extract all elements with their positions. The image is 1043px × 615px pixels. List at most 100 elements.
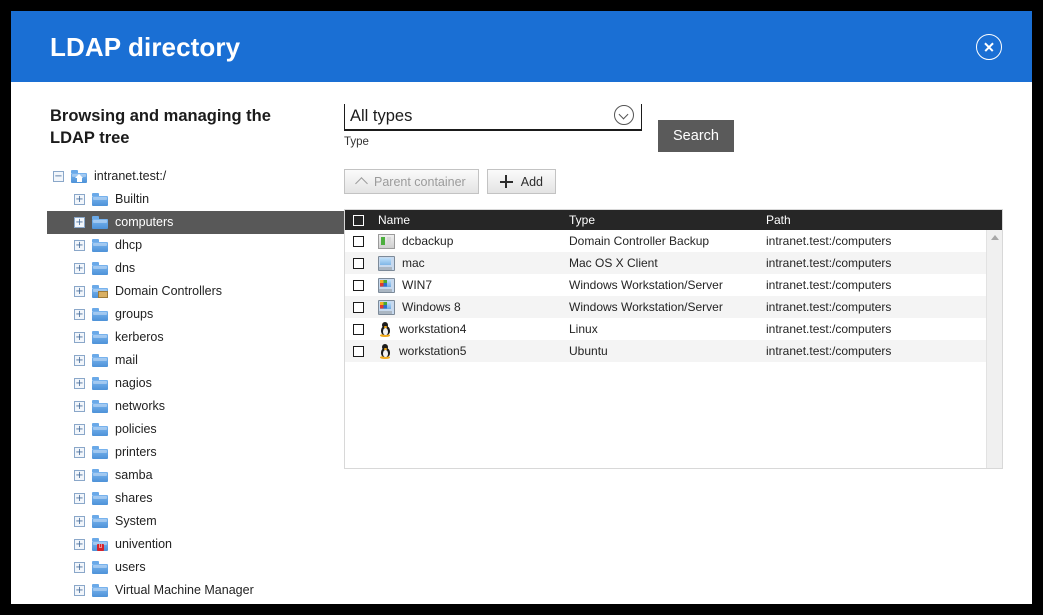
folder-icon: [92, 215, 108, 229]
cell-name: mac: [364, 255, 569, 271]
table-row[interactable]: Windows 8 Windows Workstation/Server intra…: [345, 296, 1002, 318]
tree-node-shares[interactable]: + shares: [50, 487, 344, 510]
tree-toggle-icon[interactable]: +: [74, 423, 85, 435]
folder-icon: [92, 307, 108, 321]
table-scrollbar[interactable]: [986, 230, 1002, 468]
tree-node-label: kerberos: [115, 330, 164, 345]
type-select[interactable]: All types: [344, 104, 642, 131]
column-header-path[interactable]: Path: [766, 213, 1002, 227]
sidebar-heading: Browsing and managing the LDAP tree: [50, 107, 271, 147]
server-icon: [378, 233, 395, 249]
folder-icon: [92, 399, 108, 413]
tree-node-label: Builtin: [115, 192, 150, 207]
tree-node-label: univention: [115, 537, 172, 552]
folder-box-icon: [92, 284, 108, 298]
tree-node-label: printers: [115, 445, 157, 460]
tree-node-nagios[interactable]: + nagios: [50, 372, 344, 395]
windows-monitor-icon: [378, 299, 395, 315]
tree-toggle-icon[interactable]: +: [74, 354, 85, 366]
tree-node-samba[interactable]: + samba: [50, 464, 344, 487]
scroll-up-arrow-icon[interactable]: [991, 235, 999, 240]
tree-node-computers[interactable]: + computers: [47, 210, 378, 234]
tree-node-networks[interactable]: + networks: [50, 395, 344, 418]
tree-toggle-icon[interactable]: +: [74, 584, 85, 596]
tree-toggle-icon[interactable]: −: [53, 170, 64, 182]
tux-icon: [378, 322, 392, 337]
column-header-name[interactable]: Name: [364, 213, 569, 227]
row-checkbox[interactable]: [353, 257, 364, 269]
row-checkbox[interactable]: [353, 235, 364, 247]
tree-node-label: policies: [115, 422, 157, 437]
tree-node-dns[interactable]: + dns: [50, 257, 344, 280]
tree-node-label: computers: [115, 215, 174, 230]
row-checkbox[interactable]: [353, 323, 364, 335]
column-header-type[interactable]: Type: [569, 213, 766, 227]
tree-node-users[interactable]: + users: [50, 556, 344, 579]
folder-icon: [92, 376, 108, 390]
folder-icon: [92, 560, 108, 574]
row-checkbox[interactable]: [353, 301, 364, 313]
folder-icon: [92, 261, 108, 275]
tree-toggle-icon[interactable]: +: [74, 469, 85, 481]
tree-node-virtual-machine-manager[interactable]: + Virtual Machine Manager: [50, 579, 344, 602]
folder-icon: [92, 445, 108, 459]
row-checkbox[interactable]: [353, 345, 364, 357]
folder-icon: [92, 422, 108, 436]
cell-name-text: mac: [402, 256, 425, 270]
tree-toggle-icon[interactable]: +: [74, 193, 85, 205]
tree-toggle-icon[interactable]: +: [74, 400, 85, 412]
tree-toggle-icon[interactable]: +: [74, 216, 85, 228]
tree-toggle-icon[interactable]: +: [74, 308, 85, 320]
tree-node-univention[interactable]: + Uunivention: [50, 533, 344, 556]
row-checkbox[interactable]: [353, 279, 364, 291]
cell-type: Windows Workstation/Server: [569, 278, 723, 292]
tree-node-label: Domain Controllers: [115, 284, 222, 299]
tree-toggle-icon[interactable]: +: [74, 331, 85, 343]
folder-icon: [92, 353, 108, 367]
tree-node-kerberos[interactable]: + kerberos: [50, 326, 344, 349]
tree-node-printers[interactable]: + printers: [50, 441, 344, 464]
tree-node-system[interactable]: + System: [50, 510, 344, 533]
type-select-value: All types: [350, 107, 413, 125]
table-row[interactable]: workstation4 Linux intranet.test:/computer…: [345, 318, 1002, 340]
table-row[interactable]: dcbackup Domain Controller Backup intranet…: [345, 230, 1002, 252]
table-row[interactable]: WIN7 Windows Workstation/Server intranet.t…: [345, 274, 1002, 296]
tree-node-root[interactable]: − intranet.test:/: [50, 165, 344, 188]
ldap-tree: − intranet.test:/ + Builtin + computers + dhc…: [47, 165, 378, 602]
tree-toggle-icon[interactable]: +: [74, 377, 85, 389]
tree-toggle-icon[interactable]: +: [74, 538, 85, 550]
type-select-wrapper: All types Type: [344, 104, 642, 148]
tree-toggle-icon[interactable]: +: [74, 239, 85, 251]
tree-node-groups[interactable]: + groups: [50, 303, 344, 326]
search-button[interactable]: Search: [658, 120, 734, 152]
tree-node-builtin[interactable]: + Builtin: [50, 188, 344, 211]
add-button[interactable]: Add: [486, 169, 556, 194]
tree-node-label: shares: [115, 491, 153, 506]
cell-name: WIN7: [364, 277, 569, 293]
cell-type: Linux: [569, 322, 598, 336]
tree-toggle-icon[interactable]: +: [74, 561, 85, 573]
table-row[interactable]: workstation5 Ubuntu intranet.test:/compute…: [345, 340, 1002, 362]
tree-toggle-icon[interactable]: +: [74, 285, 85, 297]
tree-node-label: dhcp: [115, 238, 143, 253]
chevron-down-circle-icon[interactable]: [614, 105, 634, 125]
tree-node-domain-controllers[interactable]: + Domain Controllers: [50, 280, 344, 303]
folder-icon: [92, 583, 108, 597]
cell-name-text: WIN7: [402, 278, 432, 292]
ldap-directory-window: LDAP directory Browsing and managing the…: [11, 11, 1032, 604]
parent-container-button[interactable]: Parent container: [344, 169, 479, 194]
tree-node-policies[interactable]: + policies: [50, 418, 344, 441]
select-all-checkbox[interactable]: [353, 214, 364, 226]
table-row[interactable]: mac Mac OS X Client intranet.test:/compute…: [345, 252, 1002, 274]
tree-toggle-icon[interactable]: +: [74, 492, 85, 504]
tree-node-mail[interactable]: + mail: [50, 349, 344, 372]
close-icon[interactable]: [976, 33, 1002, 60]
cell-type: Ubuntu: [569, 344, 608, 358]
tree-node-dhcp[interactable]: + dhcp: [50, 234, 344, 257]
tree-toggle-icon[interactable]: +: [74, 262, 85, 274]
tree-toggle-icon[interactable]: +: [74, 515, 85, 527]
home-folder-icon: [71, 169, 87, 183]
mac-monitor-icon: [378, 255, 395, 271]
folder-icon: [92, 330, 108, 344]
tree-toggle-icon[interactable]: +: [74, 446, 85, 458]
